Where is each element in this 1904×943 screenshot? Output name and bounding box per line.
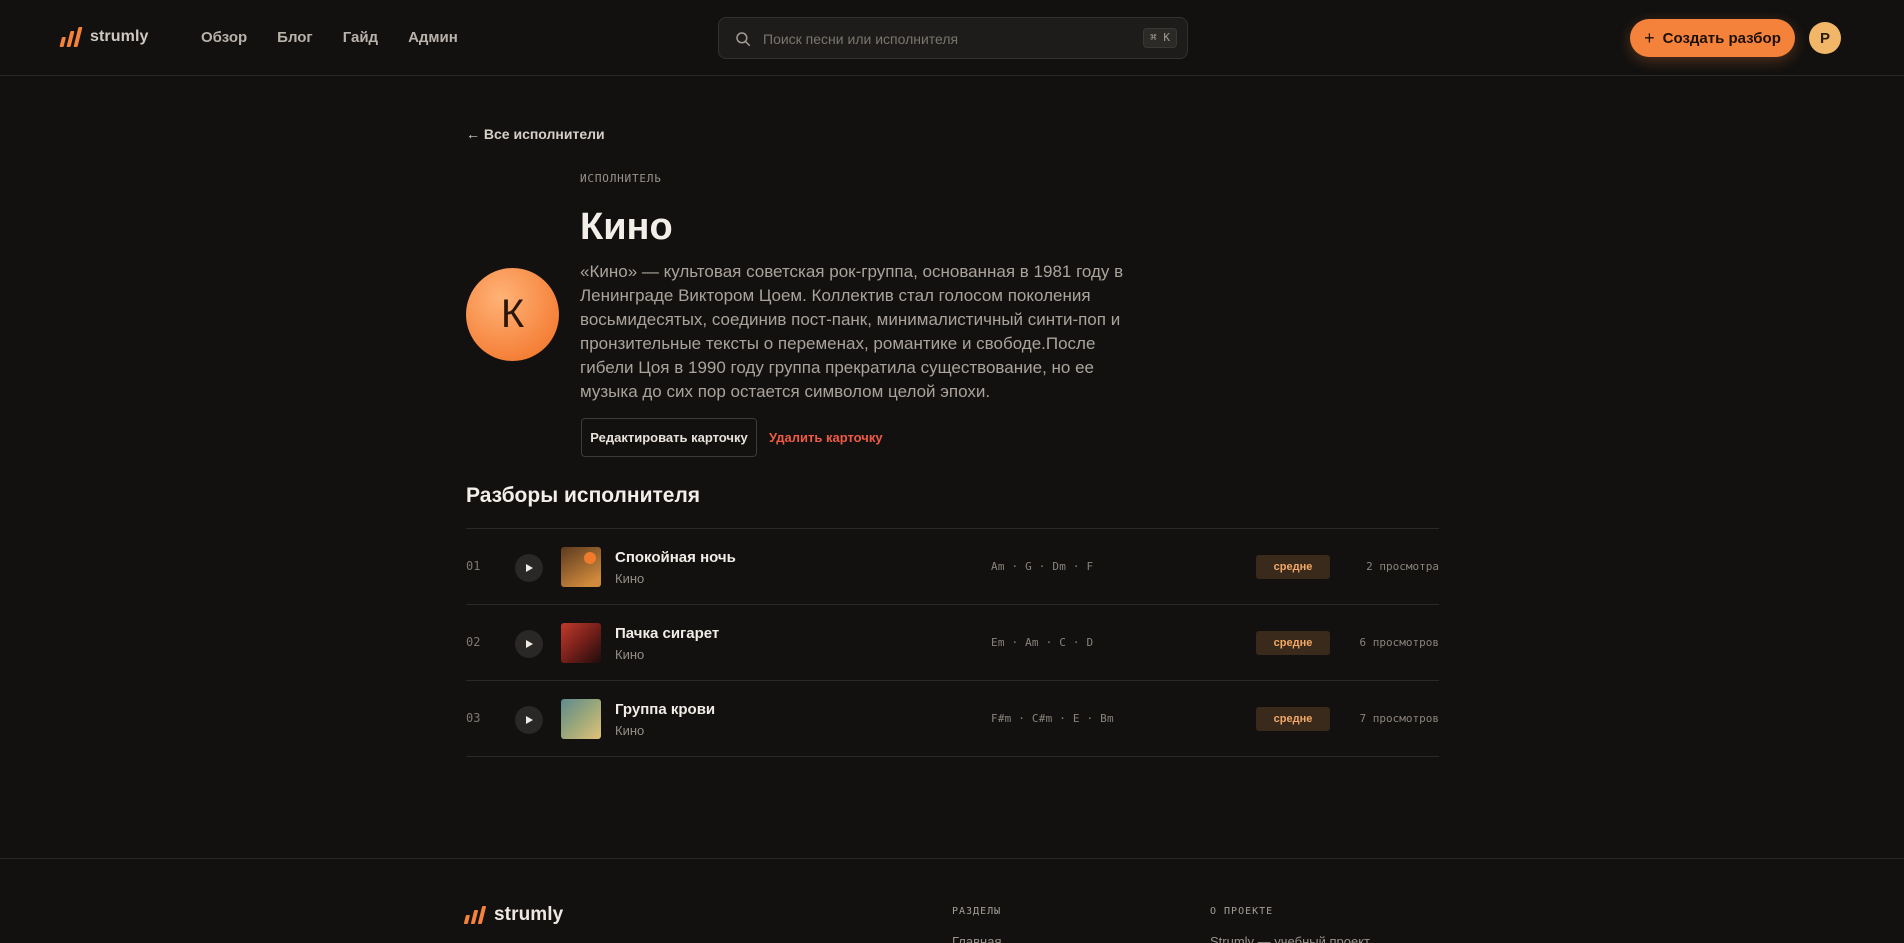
difficulty-badge: средне bbox=[1256, 555, 1330, 579]
play-button[interactable] bbox=[515, 554, 543, 582]
track-title[interactable]: Спокойная ночь bbox=[615, 549, 736, 566]
track-number: 01 bbox=[466, 559, 481, 573]
back-to-artists-link[interactable]: ← Все исполнители bbox=[466, 126, 605, 142]
track-cover bbox=[561, 699, 601, 739]
search-bar[interactable]: ⌘ K bbox=[718, 17, 1188, 59]
footer-about-text: Strumly — учебный проект bbox=[1210, 934, 1370, 943]
track-artist: Кино bbox=[615, 571, 645, 586]
search-shortcut-badge: ⌘ K bbox=[1143, 28, 1177, 48]
play-button[interactable] bbox=[515, 630, 543, 658]
track-chords: F#m · C#m · E · Bm bbox=[991, 712, 1114, 725]
artist-name: Кино bbox=[580, 206, 673, 248]
footer-sections-heading: РАЗДЕЛЫ bbox=[952, 906, 1002, 917]
logo-bars-icon bbox=[463, 906, 487, 924]
artist-eyebrow: ИСПОЛНИТЕЛЬ bbox=[580, 172, 662, 185]
track-artist: Кино bbox=[615, 723, 645, 738]
create-breakdown-label: Создать разбор bbox=[1662, 29, 1781, 47]
play-icon bbox=[526, 640, 533, 648]
difficulty-badge: средне bbox=[1256, 707, 1330, 731]
logo-text: strumly bbox=[90, 28, 149, 45]
plus-icon: + bbox=[1644, 28, 1655, 48]
track-views: 6 просмотров bbox=[1359, 636, 1439, 649]
footer: strumly РАЗДЕЛЫ Главная О ПРОЕКТЕ Struml… bbox=[0, 858, 1904, 943]
footer-logo-text: strumly bbox=[494, 904, 564, 925]
footer-about-heading: О ПРОЕКТЕ bbox=[1210, 906, 1274, 917]
play-icon bbox=[526, 564, 533, 572]
nav-admin[interactable]: Админ bbox=[408, 29, 458, 46]
track-list: 01 Спокойная ночь Кино Am · G · Dm · F с… bbox=[466, 528, 1439, 757]
track-artist: Кино bbox=[615, 647, 645, 662]
main-nav: Обзор Блог Гайд Админ bbox=[201, 29, 458, 46]
track-chords: Em · Am · C · D bbox=[991, 636, 1094, 649]
nav-guide[interactable]: Гайд bbox=[343, 29, 378, 46]
track-row[interactable]: 02 Пачка сигарет Кино Em · Am · C · D ср… bbox=[466, 605, 1439, 681]
search-input[interactable] bbox=[763, 28, 1123, 50]
footer-logo[interactable]: strumly bbox=[463, 904, 564, 926]
artist-bio: «Кино» — культовая советская рок-группа,… bbox=[580, 262, 1124, 401]
track-row[interactable]: 01 Спокойная ночь Кино Am · G · Dm · F с… bbox=[466, 529, 1439, 605]
track-row[interactable]: 03 Группа крови Кино F#m · C#m · E · Bm … bbox=[466, 681, 1439, 757]
search-icon bbox=[736, 32, 751, 47]
section-title: Разборы исполнителя bbox=[466, 484, 701, 507]
track-chords: Am · G · Dm · F bbox=[991, 560, 1094, 573]
track-views: 7 просмотров bbox=[1359, 712, 1439, 725]
edit-card-button[interactable]: Редактировать карточку bbox=[581, 418, 757, 457]
track-cover bbox=[561, 547, 601, 587]
artist-avatar: К bbox=[466, 268, 559, 361]
footer-link-home[interactable]: Главная bbox=[952, 934, 1001, 943]
track-number: 03 bbox=[466, 711, 481, 725]
track-views: 2 просмотра bbox=[1366, 560, 1439, 573]
track-title[interactable]: Группа крови bbox=[615, 701, 715, 718]
logo[interactable]: strumly bbox=[59, 27, 149, 47]
track-title[interactable]: Пачка сигарет bbox=[615, 625, 719, 642]
logo-bars-icon bbox=[59, 27, 83, 47]
track-cover bbox=[561, 623, 601, 663]
play-button[interactable] bbox=[515, 706, 543, 734]
top-bar: strumly Обзор Блог Гайд Админ ⌘ K + Созд… bbox=[0, 0, 1904, 76]
nav-overview[interactable]: Обзор bbox=[201, 29, 247, 46]
create-breakdown-button[interactable]: + Создать разбор bbox=[1630, 19, 1795, 57]
difficulty-badge: средне bbox=[1256, 631, 1330, 655]
nav-blog[interactable]: Блог bbox=[277, 29, 313, 46]
user-avatar[interactable]: P bbox=[1809, 22, 1841, 54]
play-icon bbox=[526, 716, 533, 724]
track-number: 02 bbox=[466, 635, 481, 649]
delete-card-button[interactable]: Удалить карточку bbox=[769, 430, 883, 445]
